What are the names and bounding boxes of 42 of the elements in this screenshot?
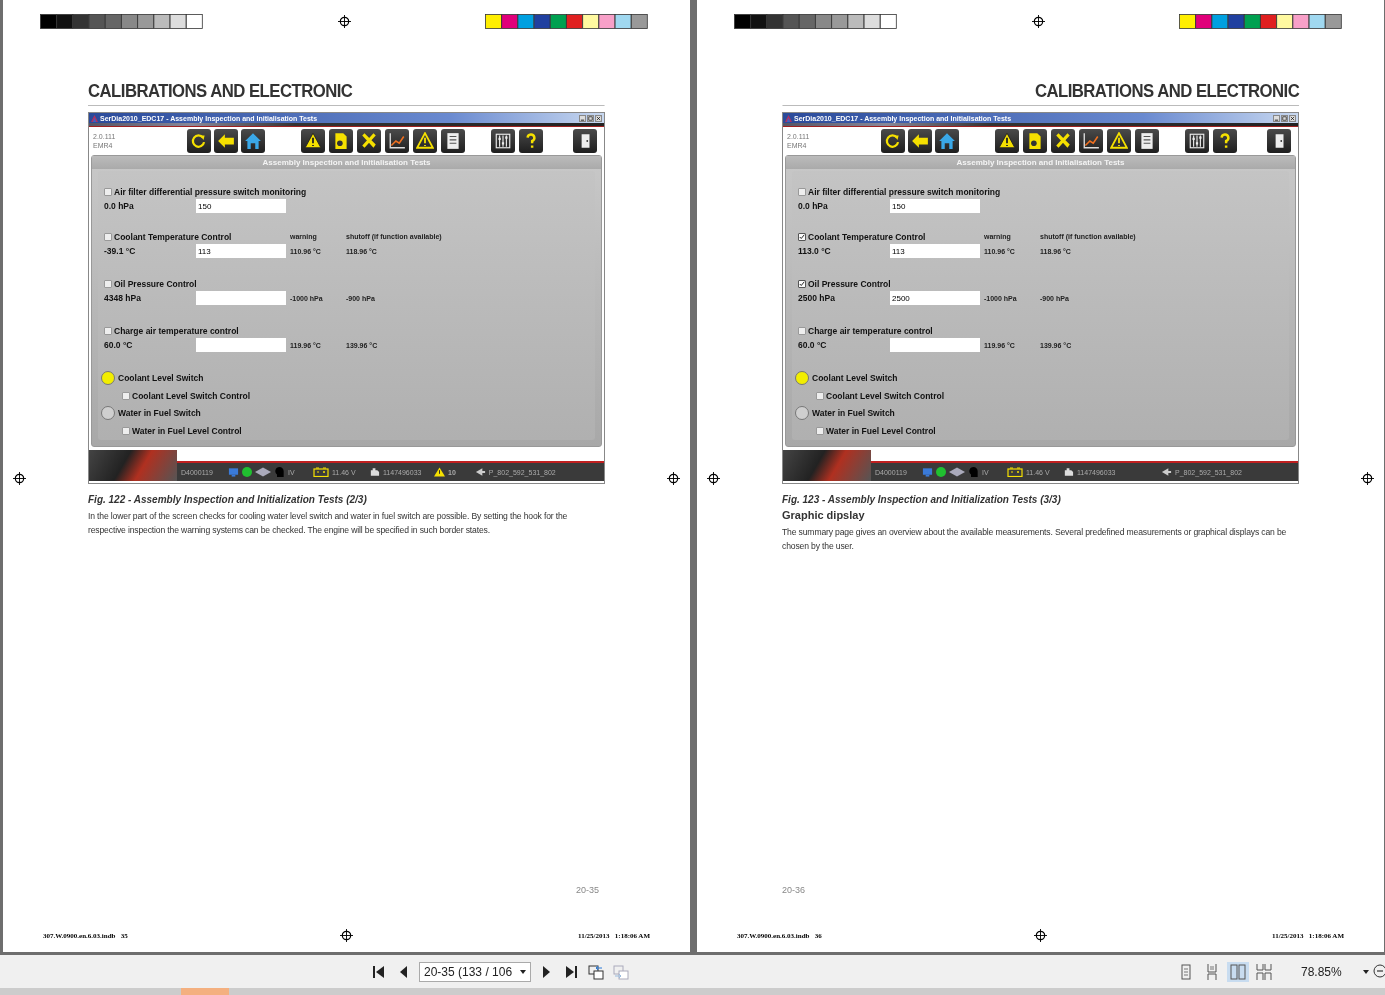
reading-value: 60.0 °C bbox=[798, 340, 828, 350]
figure-caption: Fig. 123 - Assembly Inspection and Initialization Tests (3/3) bbox=[782, 494, 1062, 505]
switch-control-label: Coolant Level Switch Control bbox=[826, 390, 945, 401]
chapter-heading: CALIBRATIONS AND ELECTRONIC bbox=[88, 80, 605, 106]
threshold-input-field[interactable]: 150 bbox=[196, 199, 286, 213]
switch-control-label: Water in Fuel Level Control bbox=[826, 425, 936, 436]
test-label: Air filter differential pressure switch monitoring bbox=[114, 186, 307, 197]
page-number-field[interactable]: 20-35 (133 / 106 bbox=[419, 961, 531, 982]
threshold-input-field[interactable]: 113 bbox=[196, 244, 286, 258]
body-paragraph: The summary page gives an overview about the available measurements. Several predefined measurements or graphical displays can be chosen by the user. bbox=[782, 526, 1288, 553]
reading-value: 0.0 hPa bbox=[798, 201, 829, 211]
page-number: 20-35 bbox=[574, 885, 600, 895]
switch-label: Water in Fuel Switch bbox=[118, 408, 201, 418]
chapter-heading: CALIBRATIONS AND ELECTRONIC bbox=[782, 80, 1299, 106]
switch-label: Water in Fuel Switch bbox=[812, 408, 895, 418]
reading-value: 113.0 °C bbox=[798, 246, 832, 256]
test-label: Coolant Temperature Control bbox=[114, 231, 232, 242]
reading-value: 60.0 °C bbox=[104, 340, 134, 350]
test-label: Charge air temperature control bbox=[114, 325, 239, 336]
test-label: Oil Pressure Control bbox=[114, 278, 197, 289]
threshold-input-field[interactable]: 150 bbox=[890, 199, 980, 213]
panel-title: Assembly Inspection and Initialisation Tests bbox=[786, 156, 1295, 169]
threshold-input-field[interactable]: 113 bbox=[890, 244, 980, 258]
test-label: Coolant Temperature Control bbox=[808, 231, 926, 242]
reading-value: 2500 hPa bbox=[798, 293, 836, 303]
threshold-input-field[interactable]: 2500 bbox=[890, 291, 980, 305]
zoom-level: 78.85% bbox=[1301, 964, 1343, 979]
switch-control-label: Coolant Level Switch Control bbox=[132, 390, 251, 401]
switch-control-label: Water in Fuel Level Control bbox=[132, 425, 242, 436]
figure-caption: Fig. 122 - Assembly Inspection and Initialization Tests (2/3) bbox=[88, 494, 368, 505]
reading-value: 4348 hPa bbox=[104, 293, 142, 303]
test-label: Charge air temperature control bbox=[808, 325, 933, 336]
switch-label: Coolant Level Switch bbox=[812, 373, 898, 383]
section-heading: Graphic dipslay bbox=[782, 509, 866, 521]
body-paragraph: In the lower part of the screen checks for cooling water level switch and water in fuel switch are possible. By setting the hook for the respective inspection the warning systems can be checked. The engine will be specified in such border states. bbox=[88, 510, 569, 537]
reading-value: -39.1 °C bbox=[104, 246, 137, 256]
panel-title: Assembly Inspection and Initialisation Tests bbox=[92, 156, 601, 169]
test-label: Air filter differential pressure switch monitoring bbox=[808, 186, 1001, 197]
page-number: 20-36 bbox=[782, 885, 807, 895]
reading-value: 0.0 hPa bbox=[104, 201, 135, 211]
switch-label: Coolant Level Switch bbox=[118, 373, 204, 383]
test-label: Oil Pressure Control bbox=[808, 278, 891, 289]
